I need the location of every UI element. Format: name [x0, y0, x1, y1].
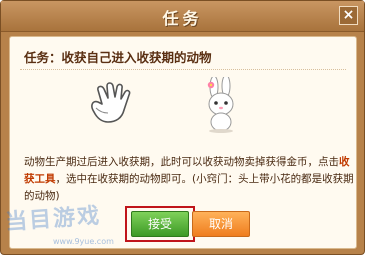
description-text-1: 动物生产期过后进入收获期，此时可以收获动物卖掉获得金币，点击 [24, 156, 339, 168]
accept-button[interactable]: 接受 [131, 211, 189, 237]
watermark-logo: 当目游戏 [4, 203, 102, 236]
close-button[interactable]: × [339, 6, 358, 25]
task-description: 动物生产期过后进入收获期，此时可以收获动物卖掉获得金币，点击收获工具，选中在收获… [24, 154, 354, 205]
dialog-titlebar: 任务 × [1, 1, 364, 32]
divider [20, 69, 346, 70]
close-icon: × [342, 7, 355, 23]
description-text-2: ，选中在收获期的动物即可。(小窍门：头上带小花的都是收获期的动物) [24, 173, 354, 202]
dialog-title: 任务 [162, 9, 203, 28]
watermark-url: www.9yue.com [53, 237, 114, 246]
cancel-button[interactable]: 取消 [192, 211, 250, 237]
rabbit-icon [200, 74, 242, 137]
hand-icon [86, 78, 140, 132]
task-title: 任务：收获自己进入收获期的动物 [24, 50, 212, 65]
task-dialog: 任务 × 任务：收获自己进入收获期的动物 动物生产期过后进入收获期，此时可以收获… [0, 0, 365, 255]
